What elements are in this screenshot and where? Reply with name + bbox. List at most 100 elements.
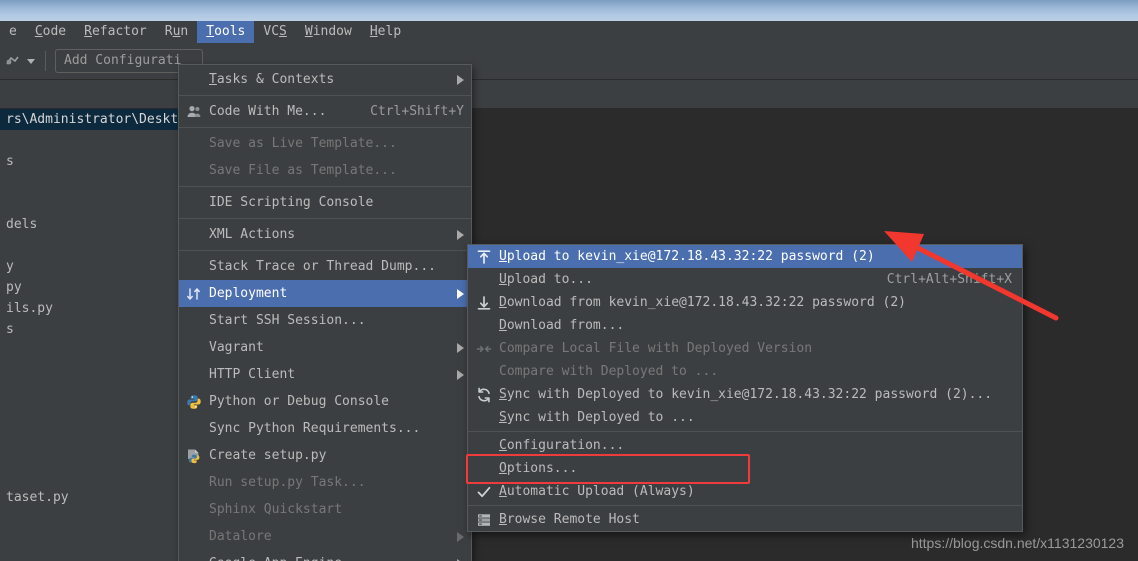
deployment-menu-item-label: Compare Local File with Deployed Version (499, 341, 813, 356)
menubar-item-help[interactable]: Help (361, 21, 410, 43)
deployment-submenu-popup[interactable]: Upload to kevin_xie@172.18.43.32:22 pass… (467, 244, 1023, 532)
deployment-menu-item-label: Upload to... (499, 272, 593, 287)
menu-separator (179, 250, 471, 251)
no-icon (473, 272, 495, 288)
sync-icon (473, 387, 495, 403)
python-file-icon (184, 448, 204, 464)
deployment-menu-item-label: Sync with Deployed to ... (499, 410, 695, 425)
deployment-menu-item-sync-with-deployed-to[interactable]: Sync with Deployed to ... (468, 406, 1022, 429)
tools-menu-item-code-with-me[interactable]: Code With Me... Ctrl+Shift+Y (179, 98, 471, 125)
deployment-menu-item-upload-to-host[interactable]: Upload to kevin_xie@172.18.43.32:22 pass… (468, 245, 1022, 268)
no-icon (473, 364, 495, 380)
main-toolbar: Add Configurati (0, 43, 1138, 80)
ide-root: e Code Refactor Run Tools VCS Window Help Add C… (0, 21, 1138, 561)
tools-menu-item-start-ssh-session[interactable]: Start SSH Session... (179, 307, 471, 334)
deployment-menu-item-compare-local-file-with-deployed-version: Compare Local File with Deployed Version (468, 337, 1022, 360)
submenu-arrow-icon (457, 229, 464, 240)
no-icon (184, 340, 204, 356)
tools-menu-item-deployment[interactable]: Deployment (179, 280, 471, 307)
tools-menu-item-ide-scripting-console[interactable]: IDE Scripting Console (179, 189, 471, 216)
window-titlebar (0, 0, 1138, 22)
tools-menu-item-label: Run setup.py Task... (209, 475, 366, 490)
no-icon (184, 529, 204, 545)
deployment-menu-item-options[interactable]: Options... (468, 457, 1022, 480)
deployment-menu-item-compare-with-deployed-to: Compare with Deployed to ... (468, 360, 1022, 383)
compare-icon (473, 341, 495, 357)
application-window: e Code Refactor Run Tools VCS Window Help Add C… (0, 0, 1138, 561)
deployment-menu-item-browse-remote-host[interactable]: Browse Remote Host (468, 508, 1022, 531)
tools-menu-item-create-setup-py[interactable]: Create setup.py (179, 442, 471, 469)
submenu-arrow-icon (457, 531, 464, 542)
deployment-menu-item-download-from-host[interactable]: Download from kevin_xie@172.18.43.32:22 … (468, 291, 1022, 314)
no-icon (184, 367, 204, 383)
tools-menu-item-run-setup-py-task: Run setup.py Task... (179, 469, 471, 496)
download-icon (473, 295, 495, 311)
submenu-arrow-icon (457, 74, 464, 85)
submenu-separator (468, 505, 1022, 506)
tools-menu-item-label: Sync Python Requirements... (209, 421, 421, 436)
no-icon (184, 259, 204, 275)
deployment-arrows-icon (184, 286, 204, 302)
no-icon (184, 421, 204, 437)
menubar-item-tools[interactable]: Tools (197, 21, 255, 43)
no-icon (184, 227, 204, 243)
tools-menu-item-tasks-contexts[interactable]: Tasks & Contexts (179, 66, 471, 93)
deployment-menu-item-label: Automatic Upload (Always) (499, 484, 695, 499)
tools-menu-popup[interactable]: Tasks & Contexts Code With Me... Ctrl+Shif… (178, 64, 472, 561)
menubar-item-code[interactable]: Code (26, 21, 75, 43)
no-icon (184, 163, 204, 179)
deployment-menu-item-automatic-upload-always[interactable]: Automatic Upload (Always) (468, 480, 1022, 503)
menubar-item-list: e Code Refactor Run Tools VCS Window Help (0, 21, 1138, 43)
deployment-menu-item-upload-to[interactable]: Upload to... Ctrl+Alt+Shift+X (468, 268, 1022, 291)
no-icon (473, 461, 495, 477)
menubar-item-e[interactable]: e (0, 21, 26, 43)
tools-menu-item-save-file-as-template: Save File as Template... (179, 157, 471, 184)
submenu-arrow-icon (457, 369, 464, 380)
submenu-separator (468, 431, 1022, 432)
no-icon (473, 318, 495, 334)
menu-separator (179, 218, 471, 219)
tools-menu-item-google-app-engine[interactable]: Google App Engine (179, 550, 471, 561)
toolbar-divider (45, 51, 46, 71)
submenu-arrow-icon (457, 288, 464, 299)
check-icon (473, 484, 495, 500)
no-icon (184, 136, 204, 152)
tools-menu-item-python-or-debug-console[interactable]: Python or Debug Console (179, 388, 471, 415)
tools-menu-item-xml-actions[interactable]: XML Actions (179, 221, 471, 248)
tools-menu-item-stack-trace-or-thread-dump[interactable]: Stack Trace or Thread Dump... (179, 253, 471, 280)
deployment-menu-item-sync-with-deployed-to-host[interactable]: Sync with Deployed to kevin_xie@172.18.4… (468, 383, 1022, 406)
chevron-down-icon[interactable] (27, 58, 35, 64)
remote-host-icon (473, 512, 495, 528)
tools-menu-item-label: Google App Engine (209, 556, 447, 561)
menubar-item-refactor[interactable]: Refactor (75, 21, 156, 43)
menubar-item-window[interactable]: Window (296, 21, 361, 43)
menubar-item-vcs[interactable]: VCS (254, 21, 295, 43)
watermark-url: https://blog.csdn.net/x1131230123 (910, 535, 1124, 551)
deployment-menu-item-configuration[interactable]: Configuration... (468, 434, 1022, 457)
tools-menu-item-sync-python-requirements[interactable]: Sync Python Requirements... (179, 415, 471, 442)
deployment-menu-item-label: Browse Remote Host (499, 512, 640, 527)
deployment-menu-item-label: Options... (499, 461, 578, 476)
tools-menu-item-label: Tasks & Contexts (209, 72, 335, 87)
tools-menu-item-label: Stack Trace or Thread Dump... (209, 259, 436, 274)
tools-menu-item-http-client[interactable]: HTTP Client (179, 361, 471, 388)
menu-separator (179, 186, 471, 187)
deployment-menu-item-label: Download from... (499, 318, 625, 333)
tools-menu-item-vagrant[interactable]: Vagrant (179, 334, 471, 361)
tools-menu-item-label: XML Actions (209, 227, 296, 242)
menubar-item-run[interactable]: Run (156, 21, 197, 43)
tools-menu-item-datalore: Datalore (179, 523, 471, 550)
no-icon (184, 313, 204, 329)
deployment-menu-item-label: Sync with Deployed to kevin_xie@172.18.4… (499, 387, 993, 402)
deployment-menu-item-label: Configuration... (499, 438, 625, 453)
tools-menu-item-label: Create setup.py (209, 448, 327, 463)
deployment-menu-item-download-from[interactable]: Download from... (468, 314, 1022, 337)
deployment-menu-item-label: Upload to kevin_xie@172.18.43.32:22 pass… (499, 249, 875, 264)
people-icon (184, 104, 204, 120)
run-config-chooser-icon[interactable] (2, 50, 24, 72)
tools-menu-item-label: Save File as Template... (209, 163, 397, 178)
python-icon (184, 394, 204, 410)
tools-menu-item-shortcut: Ctrl+Shift+Y (370, 104, 464, 119)
tools-menu-item-label: Python or Debug Console (209, 394, 390, 409)
no-icon (184, 556, 204, 561)
